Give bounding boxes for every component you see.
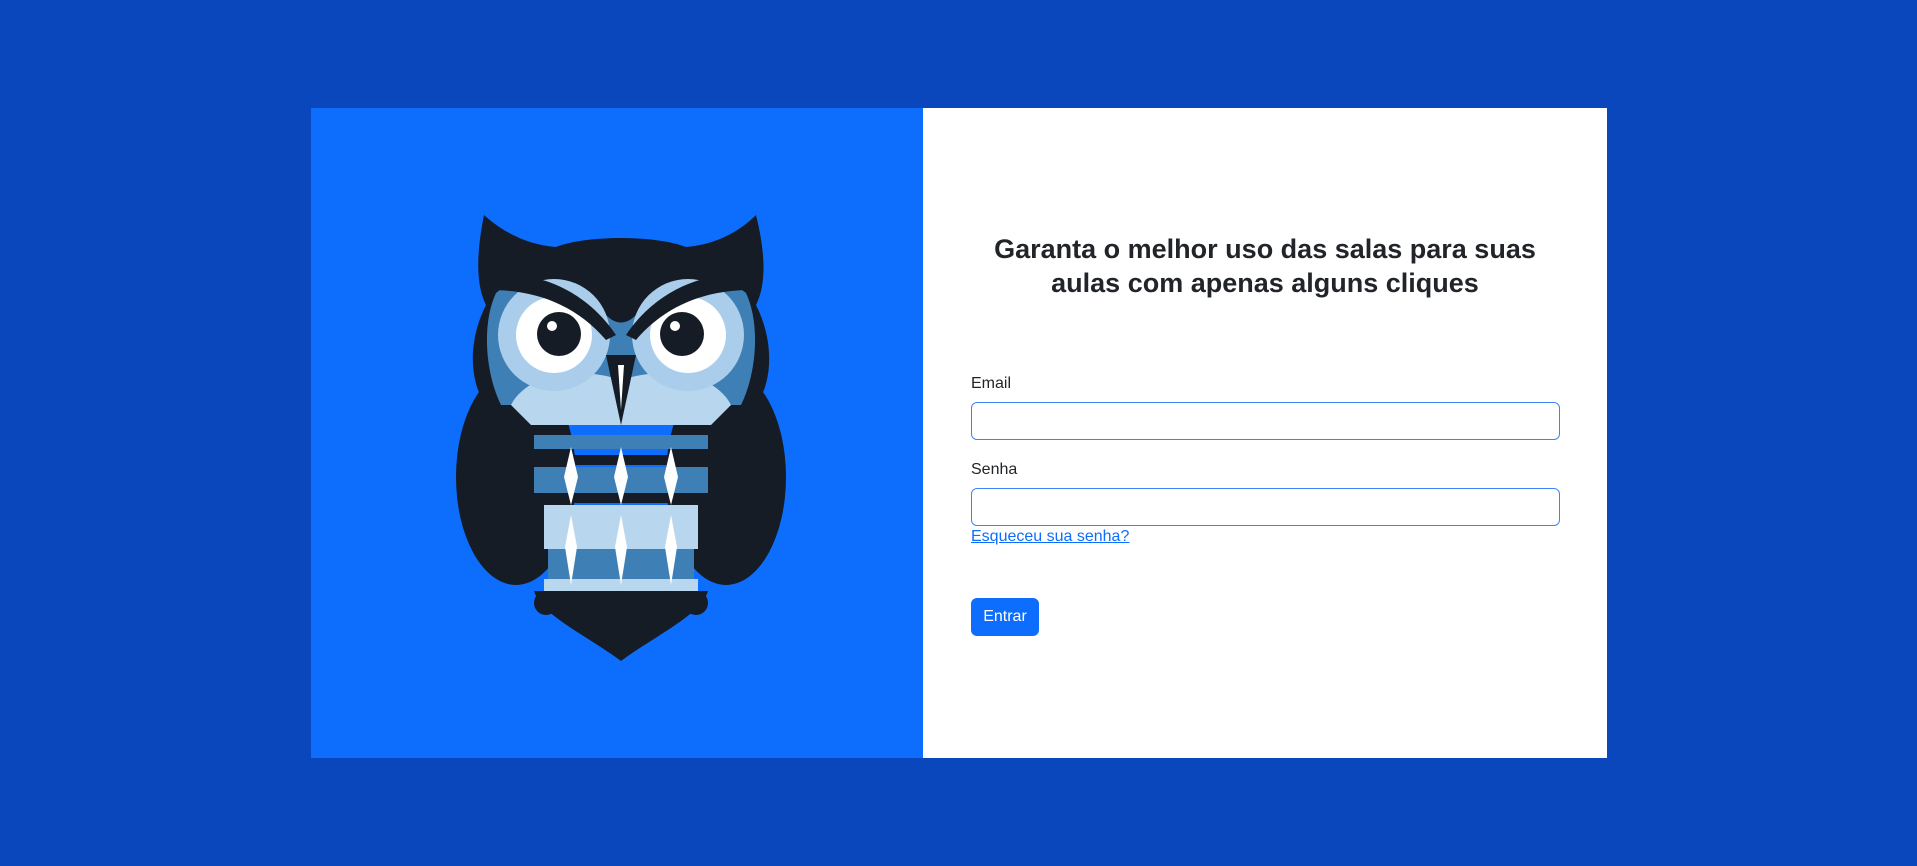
login-card: Garanta o melhor uso das salas para suas…: [311, 108, 1607, 758]
hero-panel: [311, 108, 923, 758]
login-form-panel: Garanta o melhor uso das salas para suas…: [923, 108, 1607, 758]
email-field[interactable]: [971, 402, 1560, 440]
page-title: Garanta o melhor uso das salas para suas…: [994, 234, 1536, 298]
password-label: Senha: [971, 461, 1018, 478]
forgot-password-link[interactable]: Esqueceu sua senha?: [971, 528, 1129, 546]
owl-logo-icon: [456, 215, 786, 661]
email-label: Email: [971, 375, 1012, 392]
login-button[interactable]: Entrar: [971, 598, 1039, 636]
password-field[interactable]: [971, 488, 1560, 526]
